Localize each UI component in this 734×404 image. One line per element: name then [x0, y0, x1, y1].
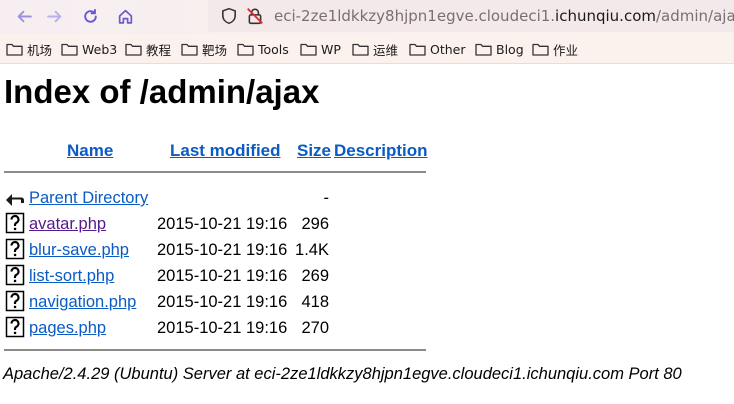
column-header-description[interactable]: Description [334, 140, 428, 162]
unknown-file-icon [5, 212, 25, 234]
file-size: 269 [301, 267, 329, 285]
file-link[interactable]: list-sort.php [29, 265, 114, 287]
column-header-size[interactable]: Size [297, 140, 331, 162]
divider [4, 349, 426, 351]
file-size: 270 [301, 319, 329, 337]
parent-size: - [323, 189, 330, 207]
divider [4, 171, 426, 173]
file-link[interactable]: blur-save.php [29, 239, 129, 261]
directory-listing: Name Last modified Size Description Pare… [0, 0, 734, 404]
file-modified: 2015-10-21 19:16 [157, 241, 288, 259]
unknown-file-icon [5, 238, 25, 260]
file-link[interactable]: avatar.php [29, 213, 106, 235]
parent-directory-link[interactable]: Parent Directory [29, 187, 148, 209]
unknown-file-icon [5, 264, 25, 286]
unknown-file-icon [5, 316, 25, 338]
file-size: 1.4K [295, 241, 329, 259]
file-modified: 2015-10-21 19:16 [157, 267, 288, 285]
column-header-name[interactable]: Name [67, 140, 113, 162]
file-link[interactable]: navigation.php [29, 291, 136, 313]
unknown-file-icon [5, 290, 25, 312]
server-signature: Apache/2.4.29 (Ubuntu) Server at eci-2ze… [3, 365, 682, 383]
file-modified: 2015-10-21 19:16 [157, 319, 288, 337]
back-arrow-icon [6, 194, 24, 206]
file-modified: 2015-10-21 19:16 [157, 215, 288, 233]
file-modified: 2015-10-21 19:16 [157, 293, 288, 311]
file-link[interactable]: pages.php [29, 317, 106, 339]
file-size: 296 [301, 215, 329, 233]
column-header-last-modified[interactable]: Last modified [170, 140, 281, 162]
file-size: 418 [301, 293, 329, 311]
